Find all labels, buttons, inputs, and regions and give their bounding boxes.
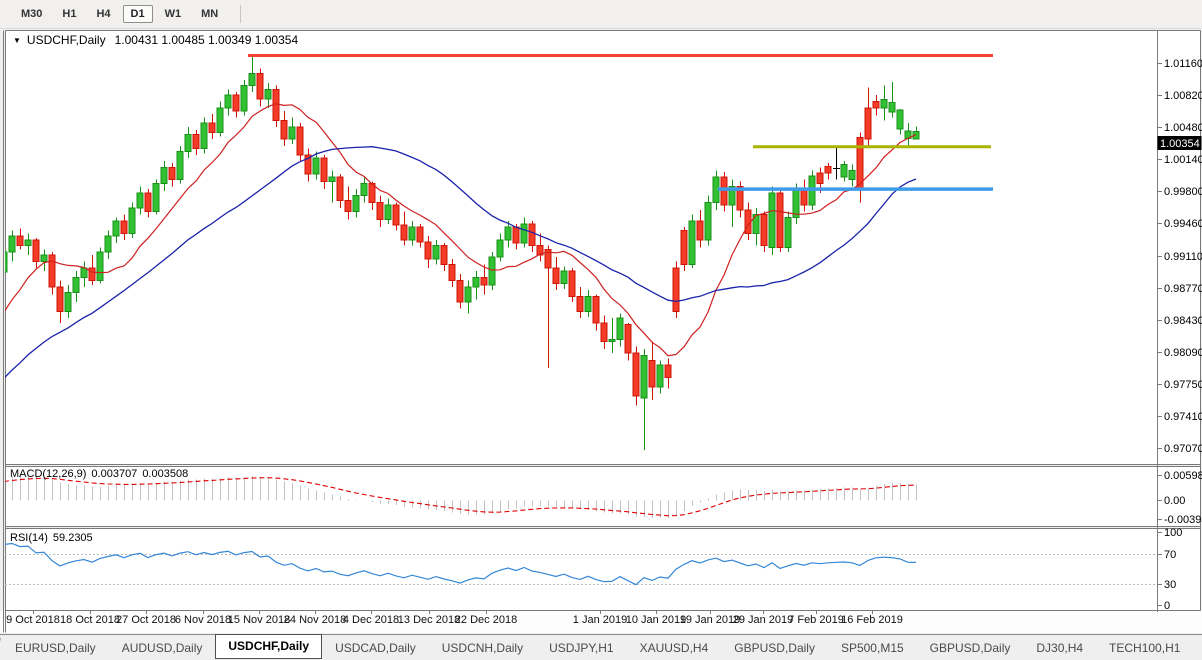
date-label: 15 Nov 2018 [228,614,290,626]
svg-text:1.00354: 1.00354 [1160,138,1200,150]
chart-ohlc-values: 1.00431 1.00485 1.00349 1.00354 [115,33,299,47]
tab-usdchf-daily[interactable]: USDCHF,Daily [215,634,322,659]
date-label: 22 Dec 2018 [455,614,517,626]
rsi-name: RSI(14) [10,532,48,544]
tab-dj30-h4[interactable]: DJ30,H4 [1023,637,1096,659]
tab-eurusd-daily[interactable]: EURUSD,Daily [2,637,109,659]
tab-usdjpy-h1[interactable]: USDJPY,H1 [536,637,626,659]
macd-signal-value: 0.003508 [142,468,188,480]
axis-tick-label: 1.00140 [1164,154,1202,166]
date-label: 19 Jan 2019 [680,614,741,626]
axis-tick-label: 0.00 [1164,495,1185,507]
date-label: 6 Nov 2018 [175,614,231,626]
date-label: 7 Feb 2019 [788,614,844,626]
tab-audusd-daily[interactable]: AUDUSD,Daily [109,637,216,659]
axis-tick-label: 0.99460 [1164,218,1202,230]
rsi-value: 59.2305 [53,532,93,544]
axis-tick-label: 0.99800 [1164,186,1202,198]
tab-gbpusd-daily[interactable]: GBPUSD,Daily [721,637,828,659]
macd-indicator-label: MACD(12,26,9) 0.003707 0.003508 [10,468,193,480]
date-label: 1 Jan 2019 [573,614,627,626]
chart-symbol-label: USDCHF,Daily [27,33,106,47]
macd-main-value: 0.003707 [91,468,137,480]
main-panel-bg[interactable] [5,30,1201,464]
rsi-indicator-label: RSI(14) 59.2305 [10,532,98,544]
axis-tick-label: 0.98430 [1164,315,1202,327]
date-label: 27 Oct 2018 [116,614,176,626]
tab-gbpusd-daily[interactable]: GBPUSD,Daily [917,637,1024,659]
axis-tick-label: -0.003954 [1164,514,1202,526]
axis-tick-label: 0 [1164,600,1170,612]
date-label: 9 Oct 2018 [6,614,60,626]
tab-usdcad-daily[interactable]: USDCAD,Daily [322,637,429,659]
axis-tick-label: 70 [1164,549,1176,561]
rsi-panel-bg[interactable] [5,528,1201,610]
axis-tick-label: 1.00820 [1164,90,1202,102]
axis-tick-label: 0.97750 [1164,379,1202,391]
axis-tick-label: 0.98770 [1164,283,1202,295]
tab-usdcnh-daily[interactable]: USDCNH,Daily [429,637,536,659]
tab-sp500-m15[interactable]: SP500,M15 [828,637,917,659]
axis-tick-label: 1.00480 [1164,122,1202,134]
tab-xauusd-h4[interactable]: XAUUSD,H4 [627,637,722,659]
date-label: 4 Dec 2018 [343,614,399,626]
date-label: 16 Feb 2019 [841,614,903,626]
chart-title: ▼ USDCHF,Daily 1.00431 1.00485 1.00349 1.0… [13,33,298,47]
tab-tech100-h1[interactable]: TECH100,H1 [1096,637,1193,659]
macd-name: MACD(12,26,9) [10,468,86,480]
axis-tick-label: 100 [1164,527,1182,539]
axis-tick-label: 0.005985 [1164,470,1202,482]
chart-canvas[interactable]: 1.01160 1.00820 1.00480 1.00140 0.99800 0.994… [0,0,1202,634]
date-label: 29 Jan 2019 [733,614,794,626]
collapse-triangle-icon[interactable]: ▼ [13,36,21,45]
date-axis: 9 Oct 201818 Oct 201827 Oct 20186 Nov 20… [0,613,1202,632]
axis-tick-label: 30 [1164,579,1176,591]
axis-tick-label: 0.97070 [1164,443,1202,455]
current-price-badge: 1.00354 [1158,136,1202,150]
date-label: 10 Jan 2019 [626,614,687,626]
mt4-chart-screen: { "toolbar": { "timeframes": ["M30","H1"… [0,0,1202,660]
date-label: 24 Nov 2018 [284,614,346,626]
axis-tick-label: 0.99110 [1164,251,1202,263]
date-label: 13 Dec 2018 [398,614,460,626]
symbol-tabbar: EURUSD,DailyAUDUSD,DailyUSDCHF,DailyUSDC… [0,634,1202,660]
axis-tick-label: 1.01160 [1164,58,1202,70]
axis-tick-label: 0.98090 [1164,347,1202,359]
axis-tick-label: 0.97410 [1164,411,1202,423]
date-label: 18 Oct 2018 [60,614,120,626]
